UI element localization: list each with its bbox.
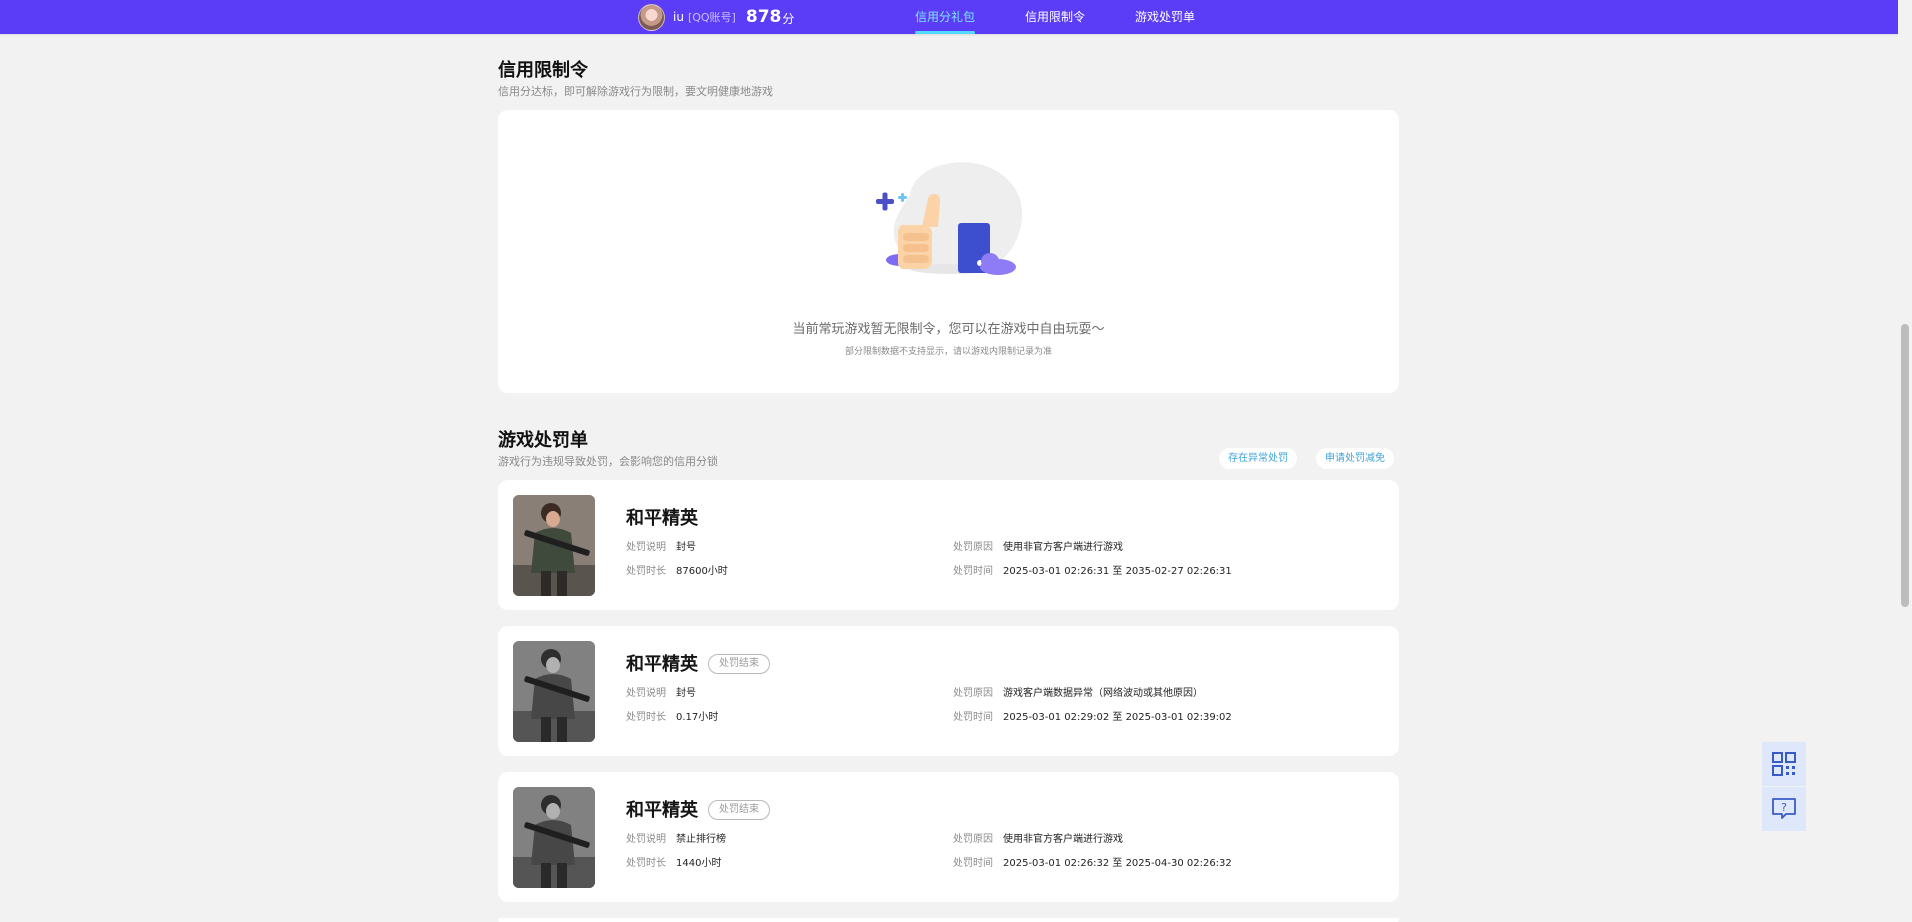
game-name: 和平精英 — [626, 800, 698, 821]
help-chat-icon: ? — [1772, 798, 1796, 819]
scrollbar-thumb[interactable] — [1901, 324, 1909, 607]
tab-credit-gift[interactable]: 信用分礼包 — [915, 0, 976, 34]
penalty-title: 游戏处罚单 — [498, 430, 588, 451]
penalty-reason: 处罚原因 游戏客户端数据异常（网络波动或其他原因） — [953, 688, 1203, 699]
penalty-card-partial — [498, 918, 1399, 922]
credit-score: 878 — [745, 7, 782, 27]
nav-tabs: 信用分礼包 信用限制令 游戏处罚单 — [915, 0, 1195, 34]
penalty-desc: 处罚说明 禁止排行榜 — [626, 834, 726, 845]
restriction-title: 信用限制令 — [498, 60, 588, 81]
penalty-time: 处罚时间 2025-03-01 02:26:32 至 2025-04-30 02… — [953, 858, 1232, 869]
status-badge: 处罚结束 — [708, 654, 770, 674]
tab-restriction[interactable]: 信用限制令 — [1025, 0, 1085, 34]
avatar[interactable] — [638, 3, 665, 31]
penalty-card: 和平精英 处罚说明 封号 处罚时长 87600小时 处罚原因 使用非官方客户端进… — [498, 480, 1399, 610]
score-unit: 分 — [782, 12, 795, 26]
game-character-icon — [513, 495, 595, 596]
restriction-subtitle: 信用分达标，即可解除游戏行为限制，要文明健康地游戏 — [498, 85, 773, 98]
game-character-icon — [513, 641, 595, 742]
penalty-card: 和平精英 处罚结束 处罚说明 封号 处罚时长 0.17小时 处罚原因 游戏客户端… — [498, 626, 1399, 756]
penalty-subtitle: 游戏行为违规导致处罚，会影响您的信用分锁 — [498, 455, 718, 468]
game-name: 和平精英 — [626, 508, 698, 529]
user-info: iu [QQ账号] 878 分 — [638, 3, 794, 31]
game-character-icon — [513, 787, 595, 888]
empty-state-text: 当前常玩游戏暂无限制令，您可以在游戏中自由玩耍～ — [792, 322, 1105, 337]
game-name: 和平精英 — [626, 654, 698, 675]
empty-state-note: 部分限制数据不支持显示，请以游戏内限制记录为准 — [844, 347, 1052, 357]
penalty-reason: 处罚原因 使用非官方客户端进行游戏 — [953, 834, 1123, 845]
penalty-desc: 处罚说明 封号 — [626, 688, 696, 699]
game-thumbnail — [513, 787, 595, 888]
penalty-duration: 处罚时长 1440小时 — [626, 858, 722, 869]
qr-code-button[interactable] — [1762, 742, 1806, 786]
account-type: [QQ账号] — [687, 11, 736, 24]
top-bar: iu [QQ账号] 878 分 信用分礼包 信用限制令 游戏处罚单 — [0, 0, 1912, 34]
game-thumbnail — [513, 641, 595, 742]
tab-penalty[interactable]: 游戏处罚单 — [1135, 0, 1195, 34]
penalty-time: 处罚时间 2025-03-01 02:26:31 至 2035-02-27 02… — [953, 566, 1232, 577]
restriction-card: 当前常玩游戏暂无限制令，您可以在游戏中自由玩耍～ 部分限制数据不支持显示，请以游… — [498, 110, 1399, 393]
penalty-reason: 处罚原因 使用非官方客户端进行游戏 — [953, 542, 1123, 553]
abnormal-penalty-button[interactable]: 存在异常处罚 — [1219, 448, 1297, 469]
qr-code-icon — [1772, 752, 1796, 776]
game-thumbnail — [513, 495, 595, 596]
penalty-duration: 处罚时长 0.17小时 — [626, 712, 719, 723]
thumbs-up-illustration-icon — [876, 162, 1023, 275]
penalty-desc: 处罚说明 封号 — [626, 542, 696, 553]
penalty-duration: 处罚时长 87600小时 — [626, 566, 728, 577]
svg-text:?: ? — [1781, 801, 1787, 814]
user-name: iu — [673, 10, 684, 24]
status-badge: 处罚结束 — [708, 800, 770, 820]
penalty-time: 处罚时间 2025-03-01 02:29:02 至 2025-03-01 02… — [953, 712, 1232, 723]
penalty-card: 和平精英 处罚结束 处罚说明 禁止排行榜 处罚时长 1440小时 处罚原因 使用… — [498, 772, 1399, 902]
help-chat-button[interactable]: ? — [1762, 787, 1806, 831]
apply-reduction-button[interactable]: 申请处罚减免 — [1316, 448, 1394, 469]
